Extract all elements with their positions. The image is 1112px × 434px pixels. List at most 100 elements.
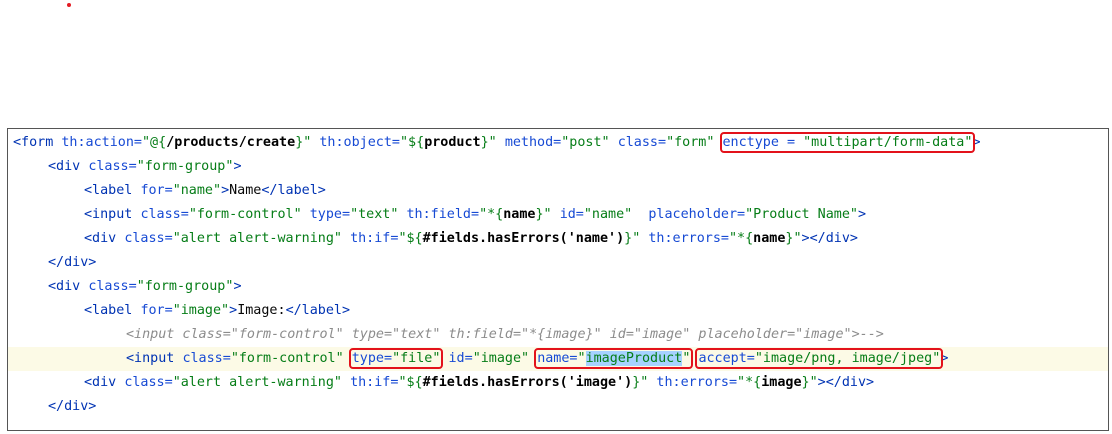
- code-token: >: [233, 159, 242, 174]
- code-token: type=: [309, 207, 351, 222]
- code-line[interactable]: </div>: [8, 395, 1108, 419]
- code-token: <div: [48, 279, 81, 294]
- code-token: "@{: [142, 135, 167, 150]
- code-token: product: [424, 135, 481, 150]
- attr-name: enctype =: [722, 135, 796, 150]
- code-token: class=: [182, 351, 231, 366]
- code-line[interactable]: </div>: [8, 251, 1108, 275]
- attr-value: "file": [392, 351, 441, 366]
- code-token: "image": [172, 303, 230, 318]
- code-token: <input: [84, 207, 133, 222]
- code-token: image: [761, 375, 802, 390]
- code-line[interactable]: <div class="form-group">: [8, 275, 1108, 299]
- code-token: </label>: [261, 183, 326, 198]
- code-token: class=: [140, 207, 189, 222]
- code-line[interactable]: <input class="form-control" type="text" …: [8, 203, 1108, 227]
- code-token: ></div>: [801, 231, 858, 246]
- code-token: name: [503, 207, 536, 222]
- code-token: th:errors=: [656, 375, 738, 390]
- code-token: #fields.hasErrors('image'): [422, 375, 633, 390]
- code-token: id=: [448, 351, 473, 366]
- code-token: </div>: [48, 399, 97, 414]
- code-line[interactable]: <label for="name">Name</label>: [8, 179, 1108, 203]
- code-line[interactable]: <input class="form-control" type="text" …: [8, 323, 1108, 347]
- code-token: </label>: [285, 303, 351, 318]
- code-token: "alert alert-warning": [172, 231, 342, 246]
- highlighted-attribute: accept="image/png, image/jpeg": [695, 348, 944, 369]
- attr-name: name=: [537, 351, 578, 366]
- code-line[interactable]: <div class="alert alert-warning" th:if="…: [8, 227, 1108, 251]
- code-token: Image:: [237, 303, 286, 318]
- code-token: }": [535, 207, 552, 222]
- code-token: "form-control": [188, 207, 302, 222]
- highlighted-attribute: type="file": [348, 348, 444, 369]
- attr-value: "image/png, image/jpeg": [754, 351, 941, 366]
- code-token: <input: [126, 351, 175, 366]
- code-token: ></div>: [817, 375, 875, 390]
- code-token: class=: [88, 159, 137, 174]
- code-token: Name: [229, 183, 262, 198]
- red-dot-marker: [67, 3, 71, 7]
- code-editor[interactable]: <form th:action="@{/products/create}" th…: [7, 128, 1109, 431]
- code-token: }": [801, 375, 818, 390]
- code-token: <div: [48, 159, 81, 174]
- code-token: th:action=: [61, 135, 142, 150]
- code-token: th:if=: [350, 375, 399, 390]
- code-token: >: [221, 183, 230, 198]
- code-token: >: [972, 135, 981, 150]
- code-token: class=: [124, 231, 173, 246]
- code-token: "form-group": [136, 279, 234, 294]
- code-token: <input class="form-control" type="text" …: [126, 327, 884, 342]
- code-token: class=: [617, 135, 667, 150]
- code-token: <div: [84, 375, 117, 390]
- attr-value: "imageProduct": [577, 351, 691, 366]
- text-selection: imageProduct: [585, 351, 683, 366]
- code-token: class=: [88, 279, 137, 294]
- code-token: "form-group": [136, 159, 234, 174]
- code-token: }": [785, 231, 802, 246]
- code-line[interactable]: <div class="form-group">: [8, 155, 1108, 179]
- code-token: "*{: [737, 375, 762, 390]
- highlighted-attribute: enctype = "multipart/form-data": [719, 132, 976, 153]
- code-token: "*{: [479, 207, 504, 222]
- code-token: th:if=: [350, 231, 399, 246]
- code-token: "form": [666, 135, 715, 150]
- code-token: "${: [398, 231, 423, 246]
- code-token: <label: [84, 303, 133, 318]
- code-token: for=: [140, 183, 173, 198]
- code-token: placeholder=: [648, 207, 746, 222]
- code-token: >: [229, 303, 238, 318]
- code-token: }": [632, 375, 649, 390]
- code-token: name: [753, 231, 786, 246]
- code-line[interactable]: <label for="image">Image:</label>: [8, 299, 1108, 323]
- code-token: "Product Name": [745, 207, 858, 222]
- code-line[interactable]: <form th:action="@{/products/create}" th…: [8, 131, 1108, 155]
- highlighted-attribute: name="imageProduct": [534, 348, 694, 369]
- code-token: <label: [84, 183, 133, 198]
- code-line[interactable]: <input class="form-control" type="file" …: [8, 347, 1108, 371]
- code-token: "*{: [728, 231, 754, 246]
- code-token: "name": [583, 207, 633, 222]
- code-token: th:errors=: [648, 231, 729, 246]
- attr-name: accept=: [698, 351, 755, 366]
- code-token: <div: [84, 231, 117, 246]
- attr-value: "multipart/form-data": [795, 135, 973, 150]
- attr-name: type=: [351, 351, 393, 366]
- code-token: class=: [124, 375, 173, 390]
- code-token: #fields.hasErrors('name'): [422, 231, 625, 246]
- code-line[interactable]: <div class="alert alert-warning" th:if= "…: [8, 371, 1108, 395]
- code-token: "alert alert-warning": [172, 375, 342, 390]
- code-token: "image": [472, 351, 530, 366]
- code-token: /products/create: [166, 135, 296, 150]
- code-token: th:field=: [406, 207, 480, 222]
